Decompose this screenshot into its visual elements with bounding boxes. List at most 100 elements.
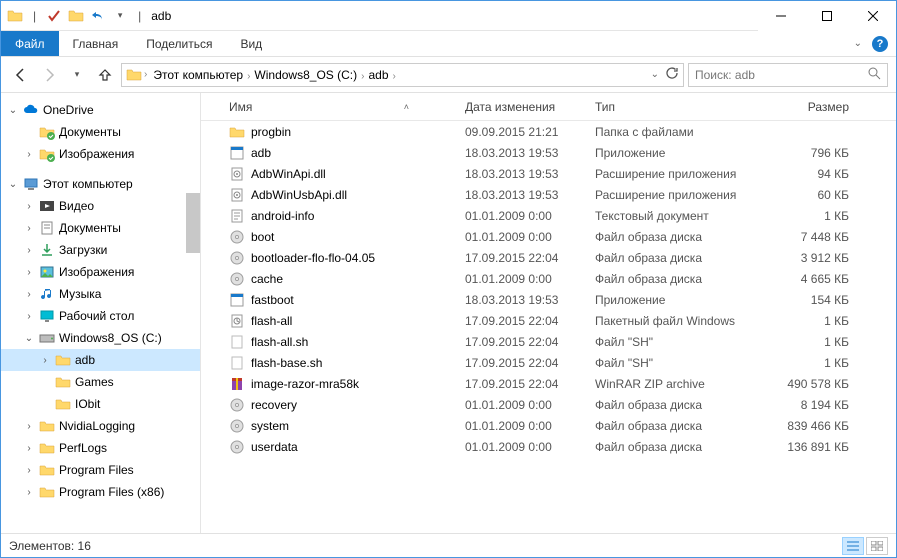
breadcrumb-segment[interactable]: adb bbox=[364, 68, 392, 82]
file-row[interactable]: system01.01.2009 0:00Файл образа диска83… bbox=[201, 415, 896, 436]
qat-dropdown-icon[interactable]: ▾ bbox=[112, 8, 128, 24]
tree-item[interactable]: ›Program Files bbox=[1, 459, 200, 481]
tree-item[interactable]: ›Program Files (x86) bbox=[1, 481, 200, 503]
tree-item[interactable]: ›Рабочий стол bbox=[1, 305, 200, 327]
column-header-name[interactable]: Имя ˄ bbox=[201, 100, 457, 114]
maximize-button[interactable] bbox=[804, 1, 850, 31]
ribbon-expand-icon[interactable]: ⌄ bbox=[854, 38, 862, 49]
column-header-date[interactable]: Дата изменения bbox=[457, 100, 587, 114]
file-row[interactable]: progbin09.09.2015 21:21Папка с файлами bbox=[201, 121, 896, 142]
file-row[interactable]: boot01.01.2009 0:00Файл образа диска7 44… bbox=[201, 226, 896, 247]
tree-item[interactable]: ⌄Windows8_OS (C:) bbox=[1, 327, 200, 349]
tree-item[interactable]: › Изображения bbox=[1, 261, 200, 283]
search-input[interactable]: Поиск: adb bbox=[688, 63, 888, 87]
chevron-right-icon[interactable]: › bbox=[393, 71, 396, 82]
folder-icon bbox=[126, 67, 142, 83]
help-icon[interactable]: ? bbox=[872, 36, 888, 52]
chevron-down-icon[interactable]: ⌄ bbox=[23, 333, 35, 344]
column-header-type[interactable]: Тип bbox=[587, 100, 757, 114]
new-folder-icon[interactable] bbox=[68, 8, 84, 24]
chevron-right-icon[interactable]: › bbox=[39, 355, 51, 366]
tab-file[interactable]: Файл bbox=[1, 31, 59, 56]
up-button[interactable] bbox=[93, 63, 117, 87]
address-dropdown-icon[interactable]: ⌄ bbox=[651, 69, 659, 80]
tab-home[interactable]: Главная bbox=[59, 31, 133, 56]
tree-item[interactable]: ›Документы bbox=[1, 121, 200, 143]
file-list[interactable]: progbin09.09.2015 21:21Папка с файламиad… bbox=[201, 121, 896, 533]
view-details-button[interactable] bbox=[842, 537, 864, 555]
chevron-down-icon[interactable]: ⌄ bbox=[7, 105, 19, 116]
refresh-button[interactable] bbox=[665, 66, 679, 83]
tab-view[interactable]: Вид bbox=[226, 31, 276, 56]
address-bar[interactable]: › Этот компьютер›Windows8_OS (C:)›adb› ⌄ bbox=[121, 63, 684, 87]
chevron-right-icon[interactable]: › bbox=[23, 201, 35, 212]
forward-button[interactable] bbox=[37, 63, 61, 87]
file-row[interactable]: userdata01.01.2009 0:00Файл образа диска… bbox=[201, 436, 896, 457]
recent-dropdown[interactable]: ▾ bbox=[65, 63, 89, 87]
file-row[interactable]: AdbWinUsbApi.dll18.03.2013 19:53Расширен… bbox=[201, 184, 896, 205]
column-header-size[interactable]: Размер bbox=[757, 100, 857, 114]
body: ⌄OneDrive›Документы›Изображения⌄Этот ком… bbox=[1, 93, 896, 533]
chevron-right-icon[interactable]: › bbox=[23, 311, 35, 322]
tree-item[interactable]: ⌄Этот компьютер bbox=[1, 173, 200, 195]
file-size: 7 448 КБ bbox=[757, 230, 857, 244]
file-row[interactable]: cache01.01.2009 0:00Файл образа диска4 6… bbox=[201, 268, 896, 289]
tree-item[interactable]: › PerfLogs bbox=[1, 437, 200, 459]
chevron-right-icon[interactable]: › bbox=[23, 245, 35, 256]
close-button[interactable] bbox=[850, 1, 896, 31]
tree-item-label: PerfLogs bbox=[59, 441, 107, 455]
breadcrumb: Этот компьютер›Windows8_OS (C:)›adb› bbox=[149, 68, 396, 82]
tree-item[interactable]: ›Видео bbox=[1, 195, 200, 217]
back-button[interactable] bbox=[9, 63, 33, 87]
chevron-down-icon[interactable]: ⌄ bbox=[7, 179, 19, 190]
chevron-right-icon[interactable]: › bbox=[23, 443, 35, 454]
tree-item[interactable]: ›Изображения bbox=[1, 143, 200, 165]
file-row[interactable]: adb18.03.2013 19:53Приложение796 КБ bbox=[201, 142, 896, 163]
file-row[interactable]: image-razor-mra58k17.09.2015 22:04WinRAR… bbox=[201, 373, 896, 394]
file-row[interactable]: android-info01.01.2009 0:00Текстовый док… bbox=[201, 205, 896, 226]
tree-item[interactable]: ›IObit bbox=[1, 393, 200, 415]
tab-share[interactable]: Поделиться bbox=[132, 31, 226, 56]
chevron-right-icon[interactable]: › bbox=[23, 421, 35, 432]
tree-item-label: NvidiaLogging bbox=[59, 419, 135, 433]
file-name: adb bbox=[251, 146, 271, 160]
tree-item[interactable]: ›adb bbox=[1, 349, 200, 371]
tree-item-label: Загрузки bbox=[59, 243, 107, 257]
tree-item[interactable]: ›Документы bbox=[1, 217, 200, 239]
sort-indicator-icon: ˄ bbox=[404, 102, 449, 112]
chevron-right-icon[interactable]: › bbox=[23, 149, 35, 160]
file-row[interactable]: flash-all.sh17.09.2015 22:04Файл "SH"1 К… bbox=[201, 331, 896, 352]
file-type: Расширение приложения bbox=[587, 167, 757, 181]
chevron-right-icon[interactable]: › bbox=[23, 487, 35, 498]
breadcrumb-segment[interactable]: Этот компьютер bbox=[149, 68, 247, 82]
tree-item[interactable]: › Загрузки bbox=[1, 239, 200, 261]
search-placeholder: Поиск: adb bbox=[695, 68, 755, 82]
tree-item[interactable]: ›Games bbox=[1, 371, 200, 393]
view-icons-button[interactable] bbox=[866, 537, 888, 555]
file-row[interactable]: flash-base.sh17.09.2015 22:04Файл "SH"1 … bbox=[201, 352, 896, 373]
file-size: 796 КБ bbox=[757, 146, 857, 160]
chevron-right-icon[interactable]: › bbox=[23, 289, 35, 300]
scrollbar-thumb[interactable] bbox=[186, 193, 200, 253]
chevron-right-icon[interactable]: › bbox=[23, 465, 35, 476]
tree-item-label: Изображения bbox=[59, 265, 134, 279]
minimize-button[interactable] bbox=[758, 1, 804, 31]
chevron-right-icon[interactable]: › bbox=[23, 267, 35, 278]
file-row[interactable]: AdbWinApi.dll18.03.2013 19:53Расширение … bbox=[201, 163, 896, 184]
file-row[interactable]: bootloader-flo-flo-04.0517.09.2015 22:04… bbox=[201, 247, 896, 268]
tree-item[interactable]: ›Музыка bbox=[1, 283, 200, 305]
file-size: 94 КБ bbox=[757, 167, 857, 181]
properties-icon[interactable] bbox=[46, 8, 62, 24]
file-size: 839 466 КБ bbox=[757, 419, 857, 433]
undo-icon[interactable] bbox=[90, 8, 106, 24]
tree-item[interactable]: › NvidiaLogging bbox=[1, 415, 200, 437]
navigation-pane[interactable]: ⌄OneDrive›Документы›Изображения⌄Этот ком… bbox=[1, 93, 201, 533]
chevron-right-icon[interactable]: › bbox=[23, 223, 35, 234]
breadcrumb-segment[interactable]: Windows8_OS (C:) bbox=[250, 68, 361, 82]
tree-item[interactable]: ⌄OneDrive bbox=[1, 99, 200, 121]
file-row[interactable]: recovery01.01.2009 0:00Файл образа диска… bbox=[201, 394, 896, 415]
file-row[interactable]: flash-all17.09.2015 22:04Пакетный файл W… bbox=[201, 310, 896, 331]
file-row[interactable]: fastboot18.03.2013 19:53Приложение154 КБ bbox=[201, 289, 896, 310]
pictures-icon bbox=[39, 264, 55, 280]
chevron-right-icon[interactable]: › bbox=[144, 69, 147, 80]
